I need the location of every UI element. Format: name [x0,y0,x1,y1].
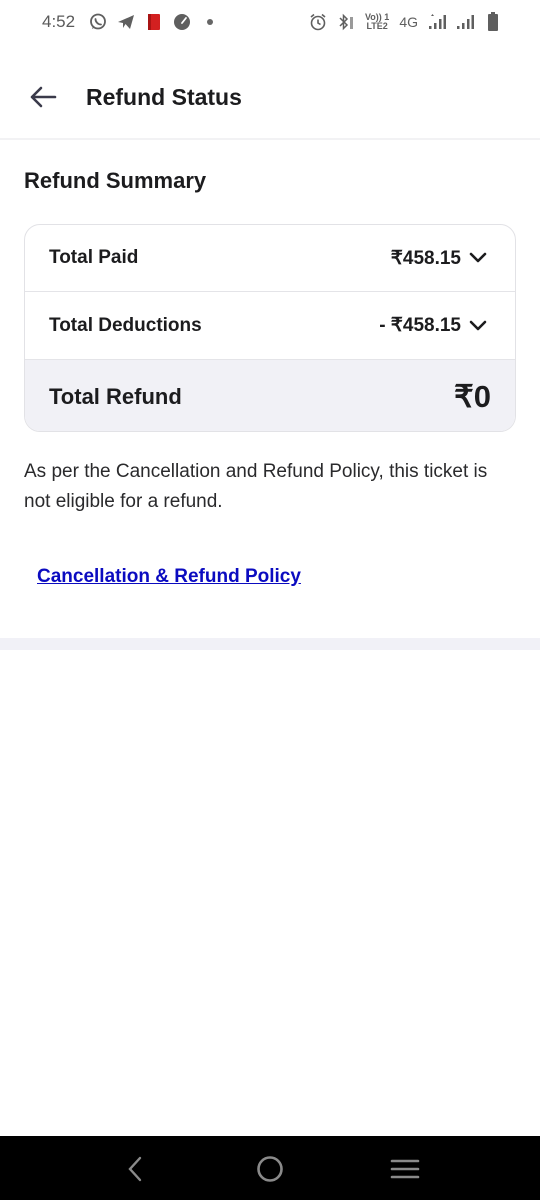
battery-icon [484,12,502,31]
nav-recents-button[interactable] [388,1152,422,1186]
page-title: Refund Status [86,83,242,110]
system-nav-bar [0,1136,540,1200]
chevron-down-icon [469,320,487,330]
back-icon [128,1156,142,1182]
network-type: 4G [399,14,418,30]
signal-sim1-icon [428,13,446,31]
refund-summary-title: Refund Summary [24,168,207,193]
total-refund-row: Total Refund ₹0 [25,360,515,431]
nav-back-button[interactable] [118,1152,152,1186]
total-deductions-toggle[interactable]: - ₹458.15 [379,314,487,337]
total-deductions-value: - ₹458.15 [379,315,461,336]
arrow-left-icon [30,86,57,108]
total-paid-toggle[interactable]: ₹458.15 [391,247,487,270]
whatsapp-icon [89,13,107,31]
telegram-icon [117,13,135,31]
volte-lte2-icon: Vo)) 1 LTE2 [364,12,390,31]
total-refund-value: ₹0 [454,378,491,414]
cancellation-refund-policy-link[interactable]: Cancellation & Refund Policy [37,566,301,588]
total-paid-row[interactable]: Total Paid ₹458.15 [25,225,515,292]
total-paid-label: Total Paid [49,247,139,268]
status-time: 4:52 [42,12,76,31]
status-left: 4:52 [42,12,219,32]
signal-sim2-icon [456,13,474,31]
refund-summary-card: Total Paid ₹458.15 Total Deductions - ₹4… [24,224,516,432]
notification-dot-icon [201,13,219,31]
speedometer-icon [173,13,191,31]
section-divider [0,638,540,650]
total-deductions-row[interactable]: Total Deductions - ₹458.15 [25,292,515,360]
refund-eligibility-message: As per the Cancellation and Refund Polic… [24,461,488,512]
total-paid-value: ₹458.15 [390,247,461,269]
total-deductions-label: Total Deductions [49,314,202,336]
alarm-icon [309,13,327,31]
home-icon [257,1156,283,1182]
nav-home-button[interactable] [253,1152,287,1186]
recents-icon [390,1159,420,1179]
chevron-down-icon [469,252,487,263]
back-button[interactable] [28,82,58,112]
red-app-icon [145,13,163,31]
bluetooth-icon [337,13,355,31]
total-refund-label: Total Refund [49,383,182,409]
status-right: Vo)) 1 LTE2 4G [309,12,502,31]
app-header: Refund Status [0,56,540,140]
status-bar: 4:52 Vo)) 1 LTE2 4G [0,0,540,44]
